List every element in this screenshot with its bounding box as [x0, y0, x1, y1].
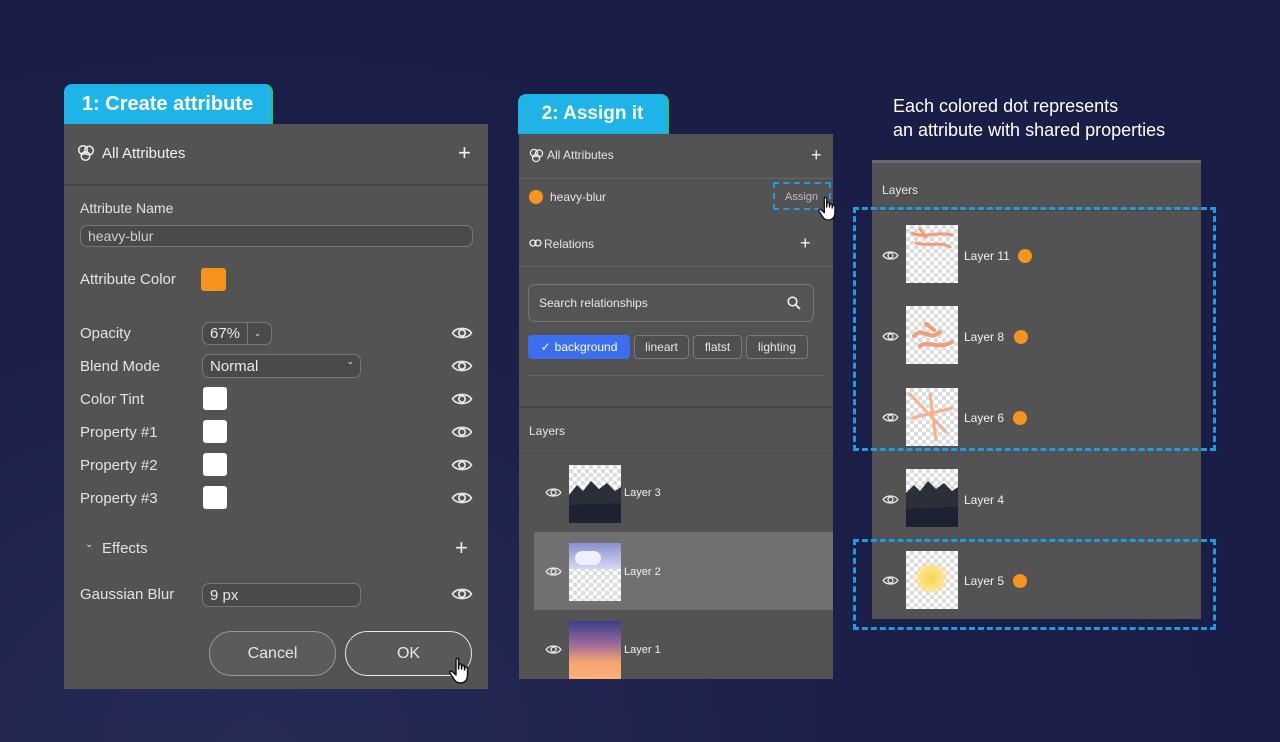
- add-relation-icon[interactable]: +: [800, 234, 811, 252]
- check-icon: ✓: [540, 340, 551, 354]
- chip-flatst[interactable]: flatst: [693, 335, 742, 359]
- panel-header-title: All Attributes: [547, 148, 614, 162]
- attributes-icon: [529, 148, 544, 163]
- property-label-2: Property #2: [80, 457, 158, 474]
- opacity-value: 67%: [210, 325, 241, 342]
- chip-label: background: [554, 340, 618, 354]
- assign-button[interactable]: Assign: [785, 191, 818, 203]
- layer-name: Layer 1: [624, 644, 661, 656]
- chevron-down-icon[interactable]: ⌄: [85, 539, 93, 550]
- search-icon[interactable]: [787, 296, 801, 310]
- attribute-name: heavy-blur: [550, 190, 607, 204]
- add-effect-icon[interactable]: +: [455, 537, 468, 559]
- chip-lineart[interactable]: lineart: [634, 335, 689, 359]
- eye-icon[interactable]: [451, 358, 473, 374]
- add-attribute-icon[interactable]: +: [458, 142, 471, 164]
- property-3-swatch[interactable]: [203, 486, 227, 509]
- eye-icon[interactable]: [451, 391, 473, 407]
- eye-icon[interactable]: [545, 565, 562, 578]
- annotation-line-1: Each colored dot represents: [893, 96, 1119, 116]
- annotation-line-2: an attribute with shared properties: [893, 120, 1166, 140]
- attribute-group-highlight: [853, 539, 1216, 630]
- relations-label: Relations: [544, 237, 595, 251]
- layer-thumbnail: [569, 543, 621, 601]
- attribute-color-swatch[interactable]: [201, 268, 226, 291]
- color-tint-swatch[interactable]: [203, 387, 227, 410]
- property-label-blend-mode: Blend Mode: [80, 358, 161, 375]
- divider: [519, 178, 833, 179]
- attribute-color-dot: [529, 190, 543, 204]
- attribute-name-label: Attribute Name: [80, 200, 174, 216]
- layer-name: Layer 4: [964, 493, 1005, 507]
- eye-icon[interactable]: [451, 586, 473, 602]
- eye-icon[interactable]: [545, 643, 562, 656]
- header-divider: [64, 184, 488, 186]
- cancel-button[interactable]: Cancel: [209, 631, 336, 676]
- hand-cursor-icon: [817, 196, 839, 222]
- property-label-1: Property #1: [80, 424, 158, 441]
- chip-lighting[interactable]: lighting: [746, 335, 808, 359]
- search-relationships-input[interactable]: Search relationships: [528, 284, 814, 322]
- eye-icon[interactable]: [451, 325, 473, 341]
- eye-icon[interactable]: [451, 457, 473, 473]
- chevron-down-icon: ⌄: [346, 356, 354, 366]
- effects-label[interactable]: Effects: [102, 540, 148, 557]
- attribute-name-input[interactable]: heavy-blur: [80, 225, 473, 247]
- property-1-swatch[interactable]: [203, 420, 227, 443]
- search-placeholder: Search relationships: [539, 296, 648, 310]
- attribute-group-highlight: [853, 207, 1216, 451]
- assign-panel: All Attributes + heavy-blur Assign Relat…: [519, 134, 833, 679]
- blend-mode-select[interactable]: Normal ⌄: [202, 354, 361, 378]
- create-attribute-panel: All Attributes + Attribute Name heavy-bl…: [64, 124, 488, 689]
- divider: [519, 453, 833, 454]
- attribute-color-label: Attribute Color: [80, 271, 176, 288]
- property-label-opacity: Opacity: [80, 325, 131, 342]
- eye-icon[interactable]: [451, 424, 473, 440]
- layer-thumbnail: [906, 469, 958, 527]
- layer-name: Layer 3: [624, 487, 661, 499]
- layer-name: Layer 2: [624, 566, 661, 578]
- attributes-icon: [77, 144, 95, 162]
- eye-icon[interactable]: [545, 486, 562, 499]
- divider: [528, 375, 824, 376]
- hand-cursor-icon: [448, 657, 472, 685]
- layer-thumbnail: [569, 621, 621, 679]
- add-attribute-icon[interactable]: +: [811, 146, 822, 164]
- gaussian-blur-label: Gaussian Blur: [80, 586, 175, 603]
- eye-icon[interactable]: [882, 493, 899, 506]
- section-divider: [519, 406, 833, 408]
- panel-header-title: All Attributes: [102, 145, 186, 162]
- link-icon: [529, 239, 542, 247]
- layers-label: Layers: [529, 424, 566, 438]
- property-label-3: Property #3: [80, 490, 158, 507]
- layer-thumbnail: [569, 465, 621, 523]
- step2-tab: 2: Assign it: [518, 94, 669, 134]
- step1-tab: 1: Create attribute: [64, 84, 273, 124]
- blend-mode-value: Normal: [210, 357, 259, 375]
- gaussian-blur-input[interactable]: 9 px: [202, 583, 361, 607]
- property-2-swatch[interactable]: [203, 453, 227, 476]
- chevron-down-icon: ⌄: [247, 323, 267, 344]
- eye-icon[interactable]: [451, 490, 473, 506]
- layers-label: Layers: [882, 183, 919, 197]
- opacity-select[interactable]: 67% ⌄: [202, 322, 272, 345]
- divider: [519, 266, 833, 267]
- property-label-color-tint: Color Tint: [80, 391, 145, 408]
- chip-background[interactable]: ✓ background: [528, 335, 630, 359]
